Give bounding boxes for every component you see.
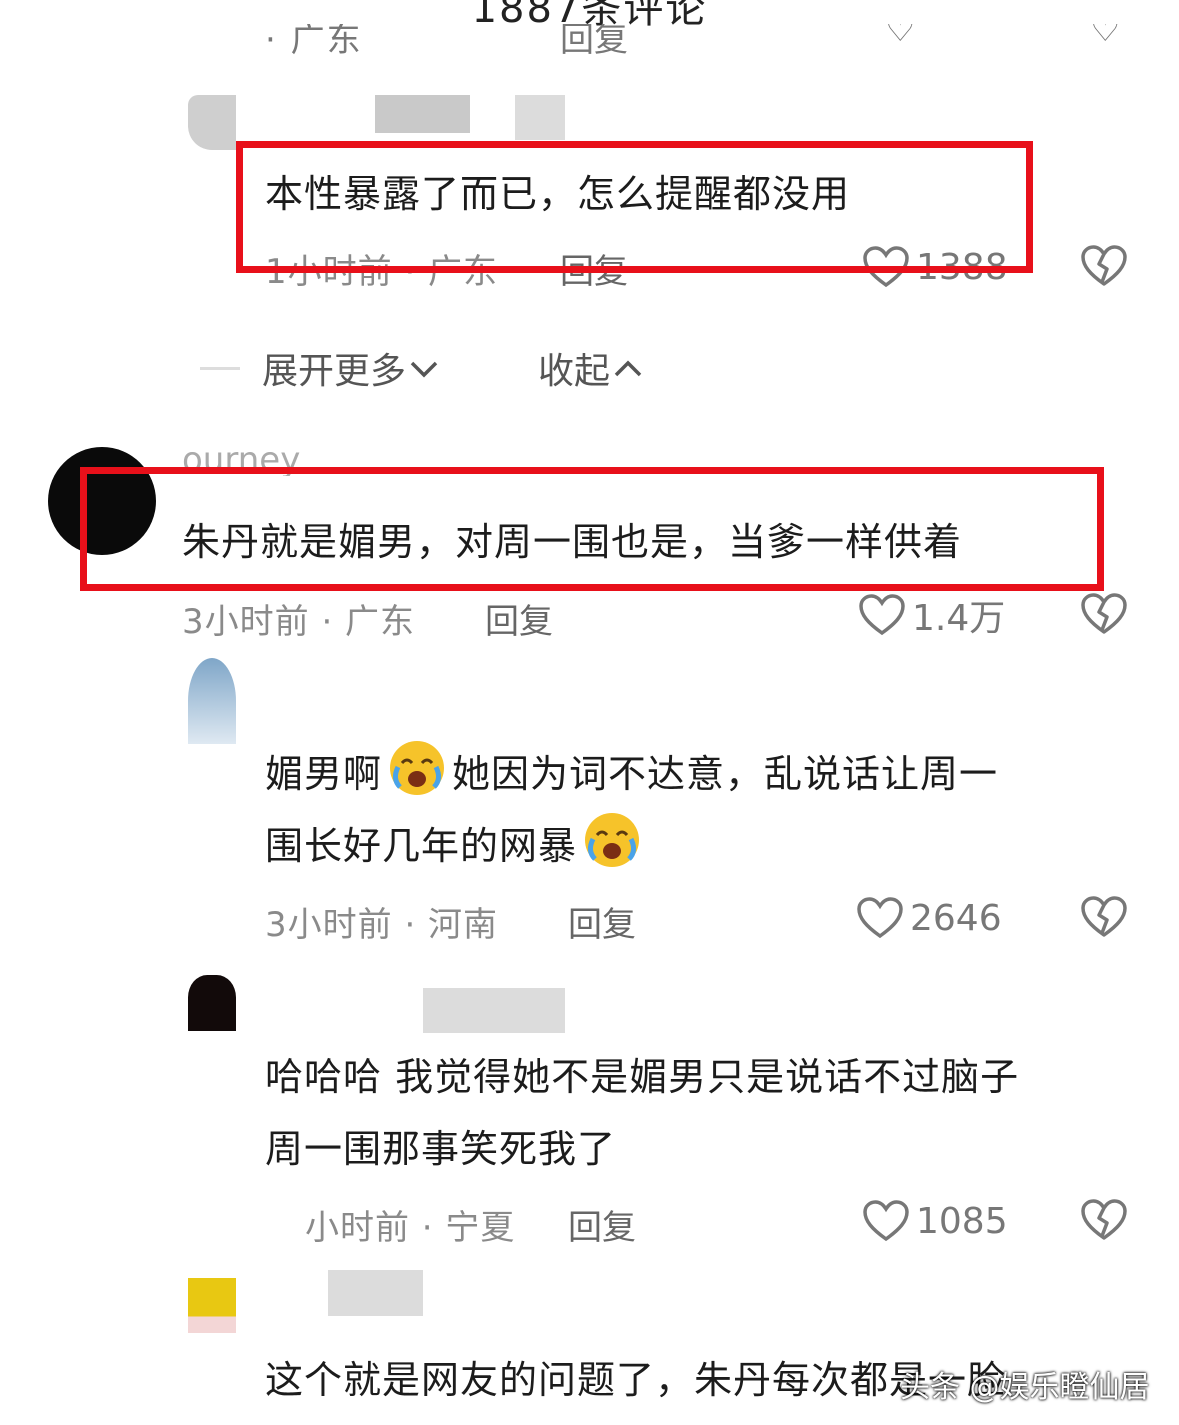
comment-text: 围长好几年的网暴 — [265, 810, 647, 882]
dislike-icon[interactable] — [1080, 592, 1128, 636]
highlight-box — [80, 467, 1104, 591]
avatar[interactable] — [188, 1278, 236, 1333]
dislike-icon[interactable] — [1080, 1198, 1128, 1242]
comment-text: 哈哈哈 我觉得她不是媚男只是说话不过脑子 — [265, 1055, 1020, 1099]
avatar[interactable] — [188, 658, 236, 744]
username-blur — [328, 1270, 423, 1316]
comment-text: 周一围那事笑死我了 — [265, 1127, 617, 1171]
expand-more-button[interactable]: 展开更多 — [262, 342, 442, 394]
chevron-up-icon — [614, 360, 642, 377]
heart-icon — [863, 1200, 909, 1242]
like-count: 1.4万 — [912, 598, 1006, 639]
comment-meta: 3小时前 · 广东 — [182, 602, 416, 642]
chevron-down-icon — [410, 361, 438, 378]
like-button[interactable]: 1085 — [862, 1196, 1008, 1246]
previous-reply-button[interactable]: 回复 — [560, 24, 628, 61]
previous-dislike-icon[interactable]: ♡ — [1090, 24, 1120, 50]
highlight-box — [236, 141, 1033, 273]
heart-icon — [857, 897, 903, 939]
like-count: 1085 — [916, 1200, 1008, 1242]
crying-laugh-emoji-icon — [390, 741, 445, 795]
crying-laugh-emoji-icon — [585, 813, 640, 867]
comment-text-part: 她因为词不达意，乱说话让周一 — [452, 752, 999, 796]
comment-meta: 3小时前 · 河南 — [265, 905, 499, 945]
username-blur — [515, 95, 565, 140]
reply-button[interactable]: 回复 — [568, 1200, 636, 1249]
expand-more-label: 展开更多 — [262, 351, 407, 392]
comment-meta: 小时前 · 宁夏 — [305, 1208, 516, 1248]
comment-text: 媚男啊 她因为词不达意，乱说话让周一 — [265, 738, 998, 810]
like-button[interactable]: 2646 — [856, 893, 1002, 943]
reply-button[interactable]: 回复 — [568, 897, 636, 946]
username-blur — [423, 988, 565, 1033]
reply-button[interactable]: 回复 — [485, 594, 553, 643]
collapse-button[interactable]: 收起 — [538, 342, 646, 394]
comment-text-part: 围长好几年的网暴 — [265, 824, 578, 868]
divider — [200, 366, 240, 370]
previous-comment-meta: · 广东 — [265, 24, 363, 60]
username-blur — [375, 95, 470, 133]
avatar[interactable] — [188, 95, 236, 150]
like-count: 2646 — [910, 897, 1002, 939]
heart-icon — [859, 594, 905, 636]
like-button[interactable]: 1.4万 — [858, 590, 1005, 640]
replies-toggle-row: 展开更多 收起 — [200, 340, 646, 396]
comment-text: 这个就是网友的问题了，朱丹每次都是一脸 — [265, 1358, 1007, 1402]
comment-text-part: 媚男啊 — [265, 752, 383, 796]
previous-comment-meta-row: · 广东 回复 ♡ ♡ — [0, 24, 1179, 62]
dislike-icon[interactable] — [1080, 244, 1128, 288]
watermark: 头条 @娱乐瞪仙居 — [900, 1370, 1150, 1405]
dislike-icon[interactable] — [1080, 895, 1128, 939]
collapse-label: 收起 — [538, 351, 611, 392]
avatar[interactable] — [188, 975, 236, 1031]
previous-like-icon[interactable]: ♡ — [885, 24, 915, 50]
